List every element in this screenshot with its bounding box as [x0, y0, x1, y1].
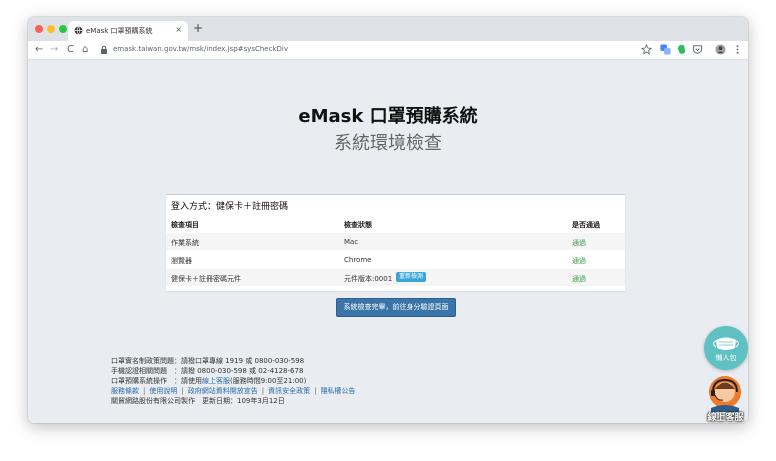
system-check-panel: 登入方式：健保卡＋註冊密碼 檢查項目 檢查狀態 是否通過 作業系統 Mac 通過… — [166, 194, 625, 291]
quick-guide-label: 懶人包 — [715, 354, 737, 362]
footer-credit: 關貿網路股份有限公司製作 更新日期：109年3月12日 — [111, 397, 285, 405]
forward-button[interactable]: → — [50, 43, 58, 57]
lock-icon — [101, 45, 107, 54]
table-row: 健保卡＋註冊密碼元件 元件版本:0001 重新檢測 通過 — [166, 269, 625, 286]
privacy-link[interactable]: 隱私權公告 — [320, 387, 355, 395]
address-url: emask.taiwan.gov.tw/msk/index.jsp#sysChe… — [113, 45, 288, 53]
tab-close-icon[interactable]: × — [175, 25, 182, 34]
security-policy-link[interactable]: 資訊安全政策 — [268, 387, 310, 395]
check-pass: 通過 — [572, 257, 586, 265]
column-header-item: 檢查項目 — [171, 221, 199, 229]
tab-title: eMask 口罩預購系統 — [86, 27, 153, 35]
footer: 口罩實名制政策問題：請撥口罩專線 1919 或 0800-030-598 手機認… — [111, 356, 355, 406]
link-separator: | — [261, 387, 265, 395]
back-button[interactable]: ← — [35, 43, 43, 57]
check-pass: 通過 — [572, 275, 586, 283]
browser-window: eMask 口罩預購系統 × + ← → C ⌂ emask.taiwan.go… — [28, 17, 748, 423]
pocket-icon[interactable] — [692, 44, 703, 55]
check-pass: 通過 — [572, 239, 586, 247]
column-header-status: 檢查狀態 — [344, 221, 372, 229]
recheck-button[interactable]: 重新檢測 — [396, 272, 427, 282]
online-service-link[interactable]: 線上客服 — [202, 377, 230, 385]
check-status: Chrome — [344, 256, 372, 264]
footer-phone-line: 手機認證相關問題 ：請撥 0800-030-598 或 02-4128-678 — [111, 367, 304, 375]
check-item: 作業系統 — [171, 239, 199, 247]
kebab-menu-icon[interactable] — [732, 44, 743, 55]
table-row: 作業系統 Mac 通過 — [166, 233, 625, 250]
footer-links: 服務條款 | 使用說明 | 政府網站資料開放宣告 | 資訊安全政策 | 隱私權公告 — [111, 386, 355, 396]
link-separator: | — [143, 387, 146, 395]
quick-guide-button[interactable]: 懶人包 — [704, 326, 748, 370]
new-tab-button[interactable]: + — [193, 21, 203, 35]
page-title: eMask 口罩預購系統 — [298, 106, 478, 127]
footer-policy-line: 口罩實名制政策問題：請撥口罩專線 1919 或 0800-030-598 — [111, 357, 305, 365]
translate-icon[interactable] — [660, 44, 671, 55]
check-item: 健保卡＋註冊密碼元件 — [171, 275, 241, 283]
reload-button[interactable]: C — [67, 43, 74, 57]
globe-icon — [74, 26, 83, 35]
tab-bar: eMask 口罩預購系統 × + — [28, 17, 748, 41]
browser-toolbar: ← → C ⌂ emask.taiwan.gov.tw/msk/index.js… — [28, 41, 748, 60]
link-separator: | — [314, 387, 317, 395]
instructions-link[interactable]: 使用說明 — [149, 387, 177, 395]
footer-ops-line: 口罩預購系統操作 ：請使用線上客服(服務時間9:00至21:00) — [111, 376, 355, 386]
profile-icon[interactable] — [715, 44, 726, 55]
link-separator: | — [181, 387, 184, 395]
evernote-icon[interactable] — [676, 44, 687, 55]
footer-ops-hours: (服務時間9:00至21:00) — [230, 377, 307, 385]
minimize-window-button[interactable] — [47, 25, 55, 33]
check-status: 元件版本:0001 — [344, 275, 393, 283]
open-data-link[interactable]: 政府網站資料開放宣告 — [188, 387, 258, 395]
page-subtitle: 系統環境檢查 — [334, 133, 442, 154]
check-item: 瀏覽器 — [171, 257, 192, 265]
page-content: eMask 口罩預購系統 系統環境檢查 登入方式：健保卡＋註冊密碼 檢查項目 檢… — [28, 60, 748, 423]
home-button[interactable]: ⌂ — [82, 43, 88, 57]
online-service-button[interactable]: 線上客服 — [703, 372, 748, 423]
online-service-label: 線上客服 — [707, 413, 744, 423]
proceed-to-verification-button[interactable]: 系統檢查完畢，前往身分驗證頁面 — [336, 298, 456, 317]
close-window-button[interactable] — [35, 25, 43, 33]
footer-ops-prefix: 口罩預購系統操作 ：請使用 — [111, 377, 202, 385]
check-status: Mac — [344, 238, 359, 246]
star-icon[interactable] — [641, 44, 652, 55]
column-header-pass: 是否通過 — [572, 221, 600, 229]
terms-link[interactable]: 服務條款 — [111, 387, 139, 395]
table-header-row: 檢查項目 檢查狀態 是否通過 — [166, 215, 625, 232]
browser-tab[interactable]: eMask 口罩預購系統 × — [68, 21, 188, 41]
table-row: 瀏覽器 Chrome 通過 — [166, 251, 625, 268]
login-method-label: 登入方式：健保卡＋註冊密碼 — [171, 202, 289, 212]
address-bar[interactable]: emask.taiwan.gov.tw/msk/index.jsp#sysChe… — [96, 43, 636, 57]
zoom-window-button[interactable] — [59, 25, 67, 33]
face-mask-icon — [713, 337, 739, 350]
